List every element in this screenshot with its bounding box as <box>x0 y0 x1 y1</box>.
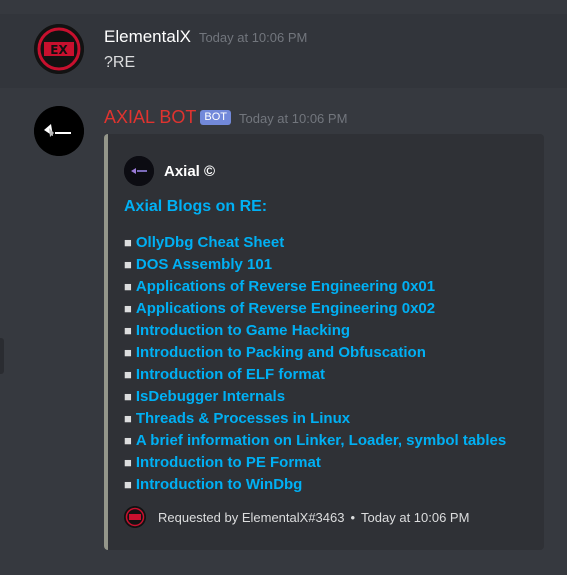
embed-title: Axial Blogs on RE: <box>124 198 268 215</box>
list-item: ■ Introduction to WinDbg <box>124 474 506 496</box>
list-item: ■ OllyDbg Cheat Sheet <box>124 232 506 254</box>
blog-link-list: ■ OllyDbg Cheat Sheet ■ DOS Assembly 101 ■… <box>124 232 506 496</box>
message-elementalx: EX ElementalX Today at 10:06 PM ?RE <box>0 14 567 88</box>
blog-link[interactable]: Applications of Reverse Engineering 0x02 <box>136 300 435 317</box>
embed-author-name: Axial © <box>164 162 216 180</box>
bullet-icon: ■ <box>124 411 132 426</box>
list-item: ■ Applications of Reverse Engineering 0x0… <box>124 298 506 320</box>
list-item: ■ Introduction of ELF format <box>124 364 506 386</box>
message-username[interactable]: AXIAL BOT <box>104 107 196 127</box>
elementalx-avatar-icon[interactable]: EX <box>34 24 84 74</box>
list-item: ■ Threads & Processes in Linux <box>124 408 506 430</box>
list-item: ■ Introduction to Packing and Obfuscation <box>124 342 506 364</box>
blog-link[interactable]: IsDebugger Internals <box>136 388 285 405</box>
message-username[interactable]: ElementalX <box>104 27 191 46</box>
requester-avatar-icon <box>124 506 146 528</box>
message-content: ?RE <box>104 54 136 71</box>
blog-link[interactable]: DOS Assembly 101 <box>136 256 272 273</box>
footer-separator: • <box>350 509 356 525</box>
footer-timestamp: Today at 10:06 PM <box>361 509 470 525</box>
blog-link[interactable]: Introduction to PE Format <box>136 454 321 471</box>
blog-link[interactable]: Threads & Processes in Linux <box>136 410 350 427</box>
list-item: ■ Introduction to Game Hacking <box>124 320 506 342</box>
blog-link[interactable]: Introduction of ELF format <box>136 366 325 383</box>
blog-link[interactable]: Applications of Reverse Engineering 0x01 <box>136 278 435 295</box>
list-item: ■ IsDebugger Internals <box>124 386 506 408</box>
embed-footer: Requested by ElementalX#3463 • Today at … <box>124 506 469 528</box>
blog-link[interactable]: A brief information on Linker, Loader, s… <box>136 432 506 449</box>
bullet-icon: ■ <box>124 235 132 250</box>
blog-link[interactable]: Introduction to Game Hacking <box>136 322 350 339</box>
svg-text:EX: EX <box>50 43 68 57</box>
bullet-icon: ■ <box>124 389 132 404</box>
bullet-icon: ■ <box>124 345 132 360</box>
list-item: ■ Introduction to PE Format <box>124 452 506 474</box>
message-timestamp: Today at 10:06 PM <box>198 30 308 45</box>
message-timestamp: Today at 10:06 PM <box>239 111 348 126</box>
bullet-icon: ■ <box>124 455 132 470</box>
bullet-icon: ■ <box>124 367 132 382</box>
list-item: ■ A brief information on Linker, Loader, … <box>124 430 506 452</box>
blog-link[interactable]: OllyDbg Cheat Sheet <box>136 234 284 251</box>
embed-card: Axial © Axial Blogs on RE: ■ OllyDbg Chea… <box>104 134 544 550</box>
bullet-icon: ■ <box>124 433 132 448</box>
footer-text: Requested by ElementalX#3463 <box>158 509 345 525</box>
axial-logo-icon[interactable] <box>34 106 84 156</box>
axial-author-icon <box>124 156 154 186</box>
bullet-icon: ■ <box>124 477 132 492</box>
message-axial-bot: AXIAL BOT BOT Today at 10:06 PM Axial © Ax… <box>0 92 567 562</box>
bullet-icon: ■ <box>124 279 132 294</box>
embed-author: Axial © <box>124 156 215 186</box>
blog-link[interactable]: Introduction to WinDbg <box>136 476 303 493</box>
bullet-icon: ■ <box>124 257 132 272</box>
list-item: ■ Applications of Reverse Engineering 0x0… <box>124 276 506 298</box>
list-item: ■ DOS Assembly 101 <box>124 254 506 276</box>
bullet-icon: ■ <box>124 323 132 338</box>
bot-badge: BOT <box>200 110 231 125</box>
bullet-icon: ■ <box>124 301 132 316</box>
blog-link[interactable]: Introduction to Packing and Obfuscation <box>136 344 426 361</box>
